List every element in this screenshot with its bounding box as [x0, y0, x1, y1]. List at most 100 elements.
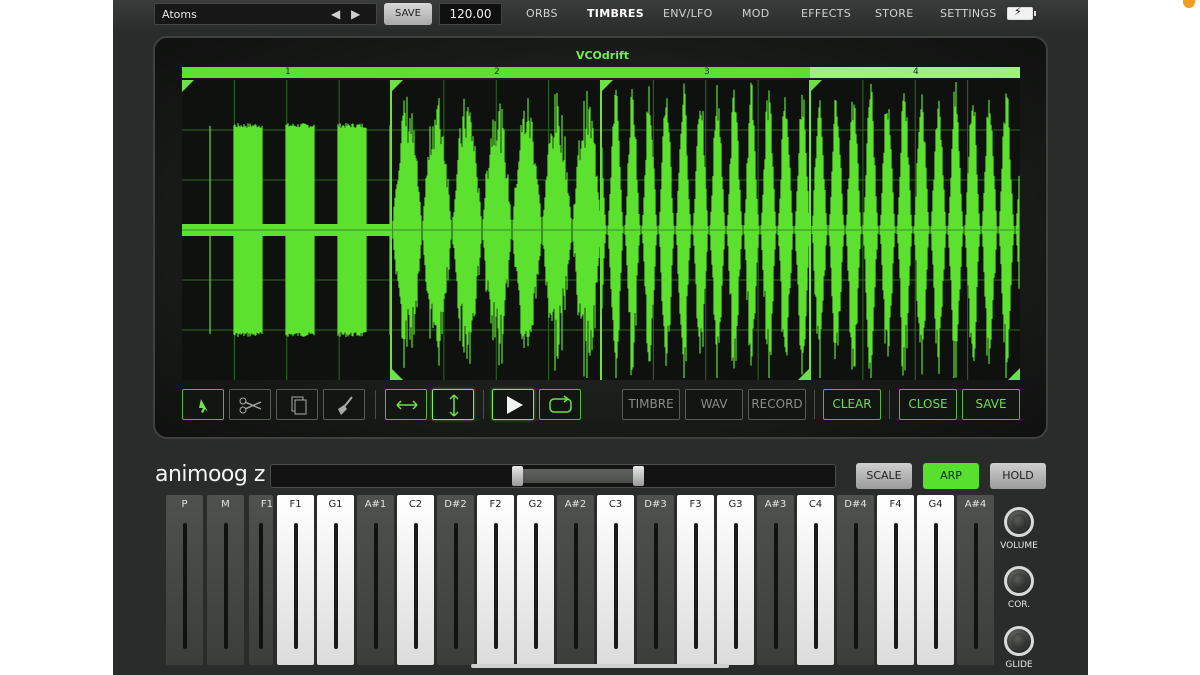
bar-number: 4: [913, 67, 919, 77]
key-label: A#4: [964, 499, 987, 510]
key-label: D#4: [844, 499, 867, 510]
select-tool-button[interactable]: [182, 389, 224, 420]
keyboard-range-slider[interactable]: [270, 464, 836, 488]
timbre-title: VCOdrift: [575, 49, 630, 62]
app-window: Atoms ◀ ▶ SAVE 120.00 ORBS TIMBRES ENV/L…: [113, 0, 1088, 675]
key-label: F3: [689, 499, 702, 510]
strip-label: M: [221, 499, 230, 510]
key-label: C4: [808, 499, 823, 510]
knob-label: VOLUME: [1000, 541, 1038, 551]
keyboard-header: animoog z SCALE ARP HOLD: [113, 458, 1088, 494]
key-f1[interactable]: F1: [277, 495, 314, 665]
app-logo: animoog z: [155, 462, 265, 487]
key-d-sharp4[interactable]: D#4: [837, 495, 874, 665]
tempo-field[interactable]: 120.00: [439, 3, 502, 25]
key-label: F4: [889, 499, 902, 510]
volume-knob[interactable]: [1004, 507, 1034, 537]
previous-preset-icon[interactable]: ◀: [331, 7, 340, 21]
cor-knob[interactable]: [1004, 566, 1034, 596]
tab-env-lfo[interactable]: ENV/LFO: [663, 7, 713, 20]
key-label: F1: [289, 499, 302, 510]
tab-orbs[interactable]: ORBS: [526, 7, 558, 20]
key-a-sharp1[interactable]: A#1: [357, 495, 394, 665]
arp-button[interactable]: ARP: [923, 463, 979, 489]
tab-timbres[interactable]: TIMBRES: [587, 7, 644, 20]
play-button[interactable]: [492, 389, 534, 420]
bar-ruler[interactable]: 1 2 3 4: [182, 67, 1020, 78]
battery-charging-icon: ⚡: [1007, 5, 1036, 20]
key-label: C3: [608, 499, 623, 510]
key-f3[interactable]: F3: [677, 495, 714, 665]
key-label: F1: [260, 499, 273, 510]
vertical-zoom-button[interactable]: [432, 389, 474, 420]
bar-number: 2: [494, 67, 500, 77]
key-g1[interactable]: G1: [317, 495, 354, 665]
tab-effects[interactable]: EFFECTS: [801, 7, 851, 20]
bar-number: 3: [704, 67, 710, 77]
close-button[interactable]: CLOSE: [899, 389, 957, 420]
range-handle-left[interactable]: [512, 466, 523, 486]
key-c3[interactable]: C3: [597, 495, 634, 665]
brush-icon: [338, 396, 353, 415]
brush-tool-button[interactable]: [323, 389, 365, 420]
timbre-button[interactable]: TIMBRE: [622, 389, 680, 420]
scale-button[interactable]: SCALE: [856, 463, 912, 489]
tab-mod[interactable]: MOD: [742, 7, 770, 20]
hold-button[interactable]: HOLD: [990, 463, 1046, 489]
key-f4[interactable]: F4: [877, 495, 914, 665]
key-c2[interactable]: C2: [397, 495, 434, 665]
range-handle-right[interactable]: [633, 466, 644, 486]
divider: [889, 390, 890, 419]
cut-tool-button[interactable]: [229, 389, 271, 420]
key-label: A#1: [364, 499, 387, 510]
top-bar: Atoms ◀ ▶ SAVE 120.00 ORBS TIMBRES ENV/L…: [113, 0, 1088, 30]
divider: [483, 390, 484, 419]
divider: [814, 390, 815, 419]
key-a-sharp3[interactable]: A#3: [757, 495, 794, 665]
tab-settings[interactable]: SETTINGS: [940, 7, 997, 20]
record-button[interactable]: RECORD: [748, 389, 806, 420]
waveform-display[interactable]: [181, 80, 1020, 380]
glide-knob[interactable]: [1004, 626, 1034, 656]
preset-selector[interactable]: Atoms ◀ ▶: [154, 3, 377, 25]
key-partial[interactable]: F1: [249, 495, 273, 665]
key-d-sharp2[interactable]: D#2: [437, 495, 474, 665]
key-g3[interactable]: G3: [717, 495, 754, 665]
key-c4[interactable]: C4: [797, 495, 834, 665]
bar-number: 1: [285, 67, 291, 77]
divider: [375, 390, 376, 419]
key-label: A#3: [764, 499, 787, 510]
mod-strip[interactable]: M: [207, 495, 244, 665]
range-selection: [516, 469, 642, 483]
key-a-sharp4[interactable]: A#4: [957, 495, 994, 665]
save-preset-button[interactable]: SAVE: [384, 3, 432, 25]
loop-button[interactable]: [539, 389, 581, 420]
horizontal-arrows-icon: [396, 400, 418, 410]
copy-icon: [291, 396, 307, 415]
copy-tool-button[interactable]: [276, 389, 318, 420]
horizontal-zoom-button[interactable]: [385, 389, 427, 420]
knob-label: GLIDE: [1005, 660, 1033, 670]
knob-label: COR.: [1007, 600, 1031, 610]
key-f2[interactable]: F2: [477, 495, 514, 665]
key-label: G4: [928, 499, 943, 510]
key-a-sharp2[interactable]: A#2: [557, 495, 594, 665]
key-g4[interactable]: G4: [917, 495, 954, 665]
key-label: D#2: [444, 499, 467, 510]
tab-store[interactable]: STORE: [875, 7, 913, 20]
preset-name: Atoms: [162, 8, 197, 21]
play-icon: [507, 396, 523, 414]
wav-button[interactable]: WAV: [685, 389, 743, 420]
status-indicator-dot: [1183, 0, 1195, 8]
timbre-editor-panel: VCOdrift 1 2 3 4 TIMBRE WAV RECORD CLEAR…: [153, 36, 1048, 439]
key-label: C2: [408, 499, 423, 510]
key-label: G2: [528, 499, 543, 510]
key-label: G1: [328, 499, 343, 510]
clear-button[interactable]: CLEAR: [823, 389, 881, 420]
key-label: F2: [489, 499, 502, 510]
key-g2[interactable]: G2: [517, 495, 554, 665]
save-timbre-button[interactable]: SAVE: [962, 389, 1020, 420]
key-d-sharp3[interactable]: D#3: [637, 495, 674, 665]
next-preset-icon[interactable]: ▶: [351, 7, 360, 21]
pitch-strip[interactable]: P: [166, 495, 203, 665]
